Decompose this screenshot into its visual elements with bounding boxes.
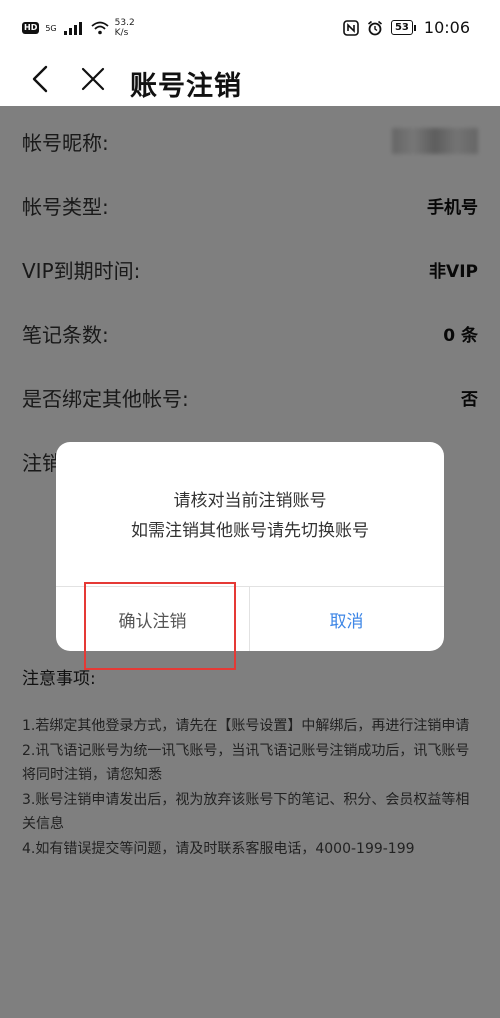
alarm-icon bbox=[367, 20, 382, 35]
speed-value: 53.2 bbox=[114, 18, 135, 28]
status-bar: HD 5G 53.2 K/s 53 10:06 bbox=[0, 0, 500, 56]
highlight-box bbox=[84, 582, 236, 670]
wifi-icon bbox=[91, 21, 109, 35]
status-right: 53 10:06 bbox=[343, 18, 470, 37]
dialog-message-line2: 如需注销其他账号请先切换账号 bbox=[131, 521, 369, 541]
network-gen: 5G bbox=[45, 23, 57, 33]
back-arrow-icon[interactable] bbox=[24, 62, 58, 96]
nfc-icon bbox=[343, 19, 359, 36]
dialog-message-line1: 请核对当前注销账号 bbox=[173, 491, 327, 511]
battery-level: 53 bbox=[390, 20, 413, 35]
page-title: 账号注销 bbox=[130, 71, 242, 102]
battery-tip bbox=[413, 24, 416, 31]
dialog-message: 请核对当前注销账号 如需注销其他账号请先切换账号 bbox=[56, 486, 444, 546]
hd-badge: HD bbox=[22, 22, 40, 34]
network-speed: 53.2 K/s bbox=[115, 18, 135, 38]
close-icon[interactable] bbox=[76, 62, 110, 96]
clock: 10:06 bbox=[423, 18, 470, 37]
cancel-button[interactable]: 取消 bbox=[250, 587, 443, 651]
battery-icon: 53 bbox=[390, 20, 416, 35]
status-left: HD 5G 53.2 K/s bbox=[22, 18, 135, 38]
signal-icon bbox=[63, 22, 82, 35]
header: 账号注销 bbox=[0, 56, 500, 106]
speed-unit: K/s bbox=[114, 28, 129, 38]
